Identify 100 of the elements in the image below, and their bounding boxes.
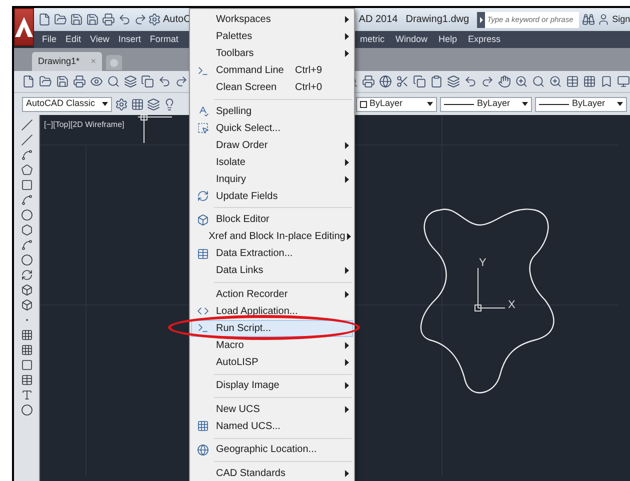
menu-item[interactable]: Run Script... — [191, 320, 353, 337]
save-icon[interactable] — [70, 13, 83, 26]
folder-icon[interactable] — [39, 75, 52, 88]
sheet-icon[interactable] — [617, 75, 630, 88]
polyline-icon[interactable] — [20, 149, 32, 161]
expand-arrow-icon[interactable] — [480, 16, 483, 22]
menu-item[interactable]: Macro — [191, 336, 353, 354]
menu-bar-item[interactable]: Edit — [66, 32, 82, 46]
menu-item[interactable]: Isolate — [191, 154, 353, 171]
preview-icon[interactable] — [90, 75, 103, 88]
menu-bar-item[interactable]: metric — [360, 32, 384, 46]
app-logo-button[interactable] — [14, 8, 34, 46]
table-icon[interactable] — [20, 374, 32, 386]
binoculars-icon[interactable] — [582, 13, 596, 26]
menu-item[interactable]: Palettes — [191, 28, 353, 45]
layers-icon[interactable] — [447, 75, 460, 88]
menu-bar-item[interactable]: Insert — [118, 32, 141, 46]
undo-icon[interactable] — [464, 75, 477, 88]
undo-icon[interactable] — [158, 75, 171, 88]
menu-item[interactable]: Workspaces — [191, 11, 353, 28]
menu-item[interactable]: CAD Standards — [191, 465, 353, 481]
block-icon[interactable] — [197, 214, 209, 226]
redo-icon[interactable] — [134, 13, 147, 26]
menu-bar-item[interactable]: View — [90, 32, 110, 46]
menu-item[interactable]: Command Line Ctrl+9 — [191, 62, 353, 79]
print-icon[interactable] — [102, 13, 115, 26]
settings-icon[interactable] — [148, 13, 161, 26]
menu-item[interactable]: Block Editor — [191, 211, 353, 228]
circle-icon[interactable] — [20, 209, 32, 221]
globe-icon[interactable] — [197, 444, 209, 456]
paste-icon[interactable] — [430, 75, 443, 88]
new-file-icon[interactable] — [22, 75, 35, 88]
gradient-icon[interactable] — [20, 344, 32, 356]
menu-bar-item[interactable]: File — [42, 32, 57, 46]
menu-item[interactable]: Quick Select... — [191, 120, 353, 137]
rectangle-icon[interactable] — [20, 179, 32, 191]
arc-icon[interactable] — [20, 194, 32, 206]
ellipse-icon[interactable] — [20, 254, 32, 266]
menu-item[interactable]: Load Application... — [191, 302, 353, 320]
menu-item[interactable]: Data Links — [191, 262, 353, 280]
insert-block-icon[interactable] — [20, 284, 32, 296]
menu-item[interactable]: Geographic Location... — [191, 441, 353, 458]
menu-item[interactable]: Data Extraction... — [191, 245, 353, 262]
cut-icon[interactable] — [396, 75, 409, 88]
terminal-icon[interactable] — [197, 322, 209, 334]
quick-select-icon[interactable] — [197, 122, 209, 134]
region-icon[interactable] — [20, 359, 32, 371]
print-icon[interactable] — [73, 75, 86, 88]
globe-icon[interactable] — [379, 75, 392, 88]
document-tab[interactable]: Drawing1* × — [32, 52, 102, 71]
sign-in-link[interactable]: Sign — [612, 12, 630, 26]
menu-bar-item[interactable]: Help — [438, 32, 458, 46]
spline-icon[interactable] — [20, 239, 32, 251]
zoom-previous-icon[interactable] — [549, 75, 562, 88]
design-center-icon[interactable] — [583, 75, 596, 88]
copy-icon[interactable] — [141, 75, 154, 88]
folder-icon[interactable] — [54, 13, 67, 26]
redo-icon[interactable] — [175, 75, 188, 88]
menu-bar-item[interactable]: Express — [468, 32, 501, 46]
revision-cloud-icon[interactable] — [20, 224, 32, 236]
menu-item[interactable]: Inquiry — [191, 170, 353, 188]
print-icon[interactable] — [362, 75, 375, 88]
command-line-icon[interactable] — [197, 64, 209, 76]
undo-icon[interactable] — [118, 13, 131, 26]
menu-item[interactable]: Spelling — [191, 102, 353, 120]
menu-bar-item[interactable]: Format — [150, 32, 178, 46]
menu-item[interactable]: Display Image — [191, 377, 353, 394]
polygon-icon[interactable] — [20, 164, 32, 176]
menu-item[interactable]: Toolbars — [191, 45, 353, 62]
refresh-icon[interactable] — [197, 190, 209, 202]
search-icon[interactable] — [107, 75, 120, 88]
menu-item[interactable]: New UCS — [191, 400, 353, 418]
grid-icon[interactable] — [131, 98, 144, 110]
add-selected-icon[interactable] — [20, 404, 32, 416]
tool-palette-icon[interactable] — [600, 75, 613, 88]
linetype-dropdown[interactable]: ByLayer — [535, 96, 627, 112]
zoom-window-icon[interactable] — [532, 75, 545, 88]
menu-item[interactable]: Action Recorder — [191, 286, 353, 303]
new-file-icon[interactable] — [38, 13, 51, 26]
line-icon[interactable] — [20, 119, 32, 131]
save-as-icon[interactable] — [86, 13, 99, 26]
workspace-dropdown[interactable]: AutoCAD Classic — [22, 96, 112, 112]
make-block-icon[interactable] — [20, 299, 32, 311]
menu-item[interactable]: AutoLISP — [191, 354, 353, 371]
layers-icon[interactable] — [147, 98, 160, 110]
linetype-dropdown[interactable]: ByLayer — [440, 96, 532, 112]
construction-line-icon[interactable] — [20, 134, 32, 146]
menu-item[interactable]: Clean Screen Ctrl+0 — [191, 79, 353, 96]
workspace-selector[interactable]: AutoC — [148, 12, 191, 27]
multiline-text-icon[interactable] — [20, 389, 32, 401]
zoom-icon[interactable] — [515, 75, 528, 88]
save-icon[interactable] — [56, 75, 69, 88]
properties-icon[interactable] — [566, 75, 579, 88]
menu-item[interactable]: Draw Order — [191, 136, 353, 154]
menu-item[interactable]: Named UCS... — [191, 418, 353, 435]
menu-item[interactable]: Update Fields — [191, 188, 353, 205]
copy-icon[interactable] — [413, 75, 426, 88]
ellipse-arc-icon[interactable] — [20, 269, 32, 281]
table-icon[interactable] — [197, 248, 209, 260]
hatch-icon[interactable] — [20, 329, 32, 341]
